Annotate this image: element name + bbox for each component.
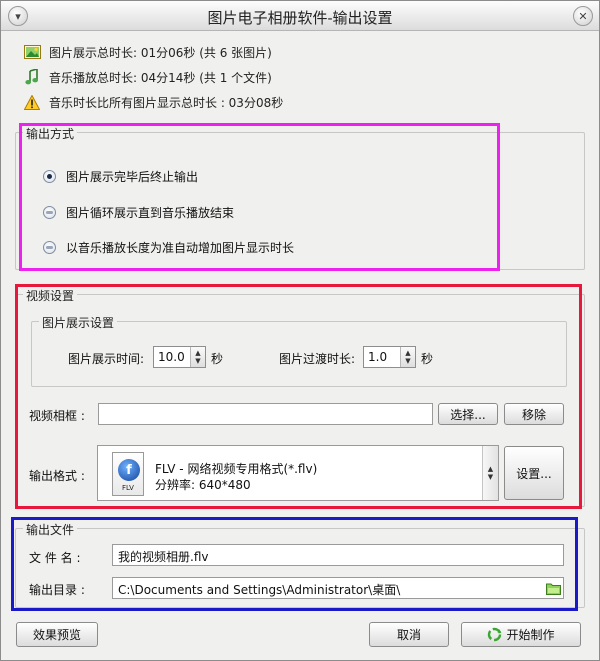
output-dir-value[interactable]: C:\Documents and Settings\Administrator\… (118, 583, 400, 597)
display-time-label: 图片展示时间: (68, 352, 145, 366)
transition-label: 图片过渡时长: (279, 352, 356, 366)
warning-text: 音乐时长比所有图片显示总时长 : 03分08秒 (49, 95, 284, 110)
display-time-unit: 秒 (211, 352, 224, 366)
image-duration-text: 图片展示总时长: 01分06秒 (共 6 张图片) (49, 45, 272, 60)
output-format-select[interactable]: f FLV FLV - 网络视频专用格式(*.flv) 分辨率: 640*480… (97, 445, 499, 501)
title-bar[interactable]: ▾ 图片电子相册软件-输出设置 ✕ (1, 1, 599, 31)
image-icon (23, 44, 41, 60)
frame-input[interactable] (98, 403, 433, 425)
radio-button[interactable] (43, 169, 56, 183)
duration-warning: 音乐时长比所有图片显示总时长 : 03分08秒 (23, 93, 283, 111)
select-frame-button[interactable]: 选择... (438, 403, 498, 425)
format-label: 输出格式 : (29, 469, 85, 483)
transition-unit: 秒 (421, 352, 434, 366)
file-ext-text: FLV (122, 484, 134, 492)
folder-icon[interactable] (545, 580, 561, 596)
video-settings-legend: 视频设置 (23, 287, 78, 304)
output-dir-input[interactable]: C:\Documents and Settings\Administrator\… (112, 577, 564, 599)
recycle-icon (487, 627, 502, 642)
preview-button[interactable]: 效果预览 (16, 622, 98, 647)
output-dir-label: 输出目录 : (29, 583, 85, 597)
image-duration-info: 图片展示总时长: 01分06秒 (共 6 张图片) (23, 43, 272, 61)
radio-button[interactable] (43, 240, 56, 254)
output-settings-dialog: ▾ 图片电子相册软件-输出设置 ✕ 图片展示总时长: 01分06秒 (共 6 张… (0, 0, 600, 661)
window-title: 图片电子相册软件-输出设置 (207, 9, 393, 27)
music-duration-info: 音乐播放总时长: 04分14秒 (共 1 个文件) (23, 68, 272, 86)
display-time-stepper[interactable]: 10.0 ▲ ▼ (153, 346, 206, 368)
music-note-icon (23, 69, 41, 85)
format-dropdown-arrows[interactable]: ▲ ▼ (482, 446, 498, 500)
close-icon: ✕ (578, 9, 588, 23)
format-name: FLV - 网络视频专用格式(*.flv) (155, 462, 318, 476)
music-duration-text: 音乐播放总时长: 04分14秒 (共 1 个文件) (49, 70, 272, 85)
cancel-button[interactable]: 取消 (369, 622, 449, 647)
filename-label: 文 件 名 : (29, 551, 81, 565)
format-settings-button[interactable]: 设置... (504, 446, 564, 500)
remove-frame-button[interactable]: 移除 (504, 403, 564, 425)
radio-label: 图片循环展示直到音乐播放结束 (66, 205, 235, 220)
output-mode-option-extend[interactable]: 以音乐播放长度为准自动增加图片显示时长 (43, 238, 294, 256)
transition-value[interactable]: 1.0 (368, 350, 387, 364)
stepper-arrows[interactable]: ▲ ▼ (400, 347, 415, 367)
frame-label: 视频相框 : (29, 409, 85, 423)
stepper-arrows[interactable]: ▲ ▼ (190, 347, 205, 367)
format-resolution: 分辨率: 640*480 (155, 478, 251, 492)
flv-file-icon: f FLV (112, 452, 144, 496)
radio-label: 以音乐播放长度为准自动增加图片显示时长 (66, 240, 295, 255)
warning-icon (23, 94, 41, 110)
display-time-value[interactable]: 10.0 (158, 350, 185, 364)
close-button[interactable]: ✕ (573, 6, 593, 26)
filename-input[interactable]: 我的视频相册.flv (112, 544, 564, 566)
output-mode-option-stop[interactable]: 图片展示完毕后终止输出 (43, 167, 198, 185)
start-button[interactable]: 开始制作 (461, 622, 581, 647)
transition-stepper[interactable]: 1.0 ▲ ▼ (363, 346, 416, 368)
output-mode-legend: 输出方式 (23, 125, 78, 142)
start-button-label: 开始制作 (506, 628, 555, 642)
output-mode-option-loop[interactable]: 图片循环展示直到音乐播放结束 (43, 203, 234, 221)
image-display-legend: 图片展示设置 (39, 314, 118, 331)
radio-label: 图片展示完毕后终止输出 (66, 169, 199, 184)
radio-button[interactable] (43, 205, 56, 219)
output-file-legend: 输出文件 (23, 521, 78, 538)
